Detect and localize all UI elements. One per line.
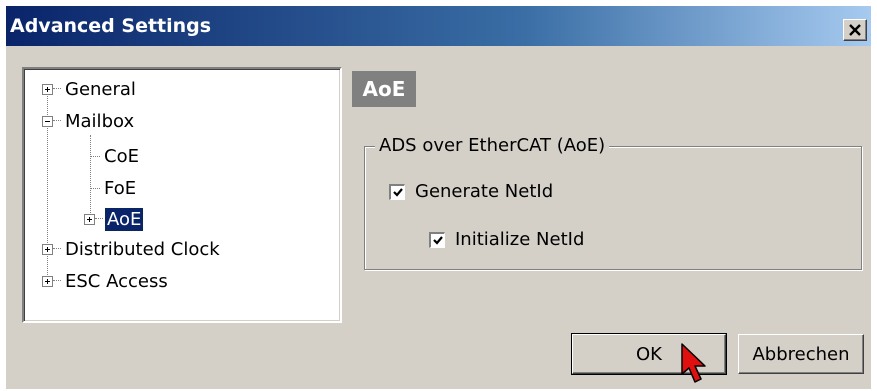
tree-item-coe[interactable]: CoE xyxy=(102,142,141,170)
cancel-button[interactable]: Abbrechen xyxy=(738,334,864,374)
tree-connector-line xyxy=(90,188,100,189)
tree-item-esc-access[interactable]: ESC Access xyxy=(42,267,170,295)
checkmark-icon xyxy=(393,187,403,197)
tree-item-distributed-clock[interactable]: Distributed Clock xyxy=(42,235,222,263)
tree-item-label: AoE xyxy=(103,206,145,232)
mouse-pointer-icon xyxy=(681,343,706,383)
generate-netid-label: Generate NetId xyxy=(415,181,554,202)
tree-connector-line xyxy=(90,156,100,157)
tree-connector-line xyxy=(53,120,61,122)
tree-connector-line xyxy=(53,280,61,282)
aoe-group-box: ADS over EtherCAT (AoE) Generate NetId I… xyxy=(364,135,862,270)
panel-heading: AoE xyxy=(352,71,416,107)
tree-item-label: General xyxy=(65,78,136,100)
tree-item-foe[interactable]: FoE xyxy=(102,174,138,202)
group-title: ADS over EtherCAT (AoE) xyxy=(375,135,610,156)
collapse-minus-icon[interactable] xyxy=(42,115,53,127)
close-icon xyxy=(849,24,861,36)
advanced-settings-dialog: Advanced Settings General Mailbox CoE Fo… xyxy=(6,6,871,389)
tree-item-aoe[interactable]: AoE xyxy=(84,205,145,233)
checkmark-icon xyxy=(433,235,443,245)
generate-netid-checkbox[interactable] xyxy=(389,183,405,200)
close-button[interactable] xyxy=(843,19,867,41)
expand-plus-icon[interactable] xyxy=(42,243,53,255)
initialize-netid-checkbox[interactable] xyxy=(429,231,445,248)
tree-item-label: ESC Access xyxy=(65,270,168,292)
tree-item-label: CoE xyxy=(104,145,139,167)
title-bar[interactable]: Advanced Settings xyxy=(6,6,871,46)
window-title: Advanced Settings xyxy=(10,15,212,37)
expand-plus-icon[interactable] xyxy=(84,213,95,225)
tree-connector-line xyxy=(95,218,103,220)
tree-connector-line xyxy=(53,248,61,250)
tree-item-mailbox[interactable]: Mailbox xyxy=(42,107,136,135)
initialize-netid-label: Initialize NetId xyxy=(455,229,585,250)
tree-item-label: Distributed Clock xyxy=(65,238,220,260)
settings-tree[interactable]: General Mailbox CoE FoE AoE Distributed … xyxy=(22,67,342,323)
tree-item-label: FoE xyxy=(104,177,137,199)
expand-plus-icon[interactable] xyxy=(42,83,53,95)
tree-item-label: Mailbox xyxy=(65,110,135,132)
expand-plus-icon[interactable] xyxy=(42,275,53,287)
generate-netid-row[interactable]: Generate NetId xyxy=(389,181,553,202)
initialize-netid-row[interactable]: Initialize NetId xyxy=(429,229,584,250)
tree-connector-line xyxy=(53,88,61,90)
tree-item-general[interactable]: General xyxy=(42,75,138,103)
